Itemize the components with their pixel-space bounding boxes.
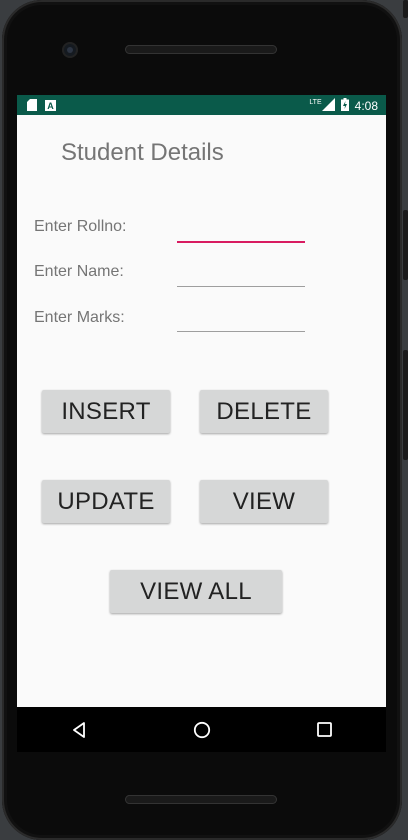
home-icon[interactable] [182, 710, 222, 750]
phone-frame: A LTE 4:08 Student Details Enter Rollno:… [0, 0, 408, 840]
view-all-button[interactable]: VIEW ALL [110, 570, 282, 613]
battery-icon [340, 98, 349, 114]
side-button [403, 350, 408, 460]
insert-button[interactable]: INSERT [42, 390, 170, 433]
sd-card-icon [27, 99, 37, 114]
front-camera [62, 42, 78, 58]
update-button[interactable]: UPDATE [42, 480, 170, 523]
top-speaker [125, 45, 277, 54]
rollno-label: Enter Rollno: [34, 218, 127, 235]
view-button[interactable]: VIEW [200, 480, 328, 523]
lte-label: LTE [309, 98, 322, 106]
clock: 4:08 [354, 99, 378, 113]
bottom-speaker [125, 795, 277, 804]
notification-a-icon: A [45, 99, 56, 114]
marks-label: Enter Marks: [34, 309, 125, 326]
marks-field[interactable] [177, 307, 305, 332]
name-field[interactable] [177, 262, 305, 287]
recents-icon[interactable] [305, 710, 345, 750]
delete-button[interactable]: DELETE [200, 390, 328, 433]
volume-button [403, 210, 408, 280]
name-label: Enter Name: [34, 263, 124, 280]
svg-text:A: A [47, 101, 54, 111]
back-icon[interactable] [59, 710, 99, 750]
power-button [403, 0, 408, 18]
page-title: Student Details [61, 139, 224, 166]
app-screen: A LTE 4:08 Student Details Enter Rollno:… [17, 95, 386, 707]
signal-icon [321, 98, 335, 114]
navigation-bar [17, 707, 386, 752]
rollno-field[interactable] [177, 217, 305, 243]
status-bar: A LTE 4:08 [17, 95, 386, 115]
